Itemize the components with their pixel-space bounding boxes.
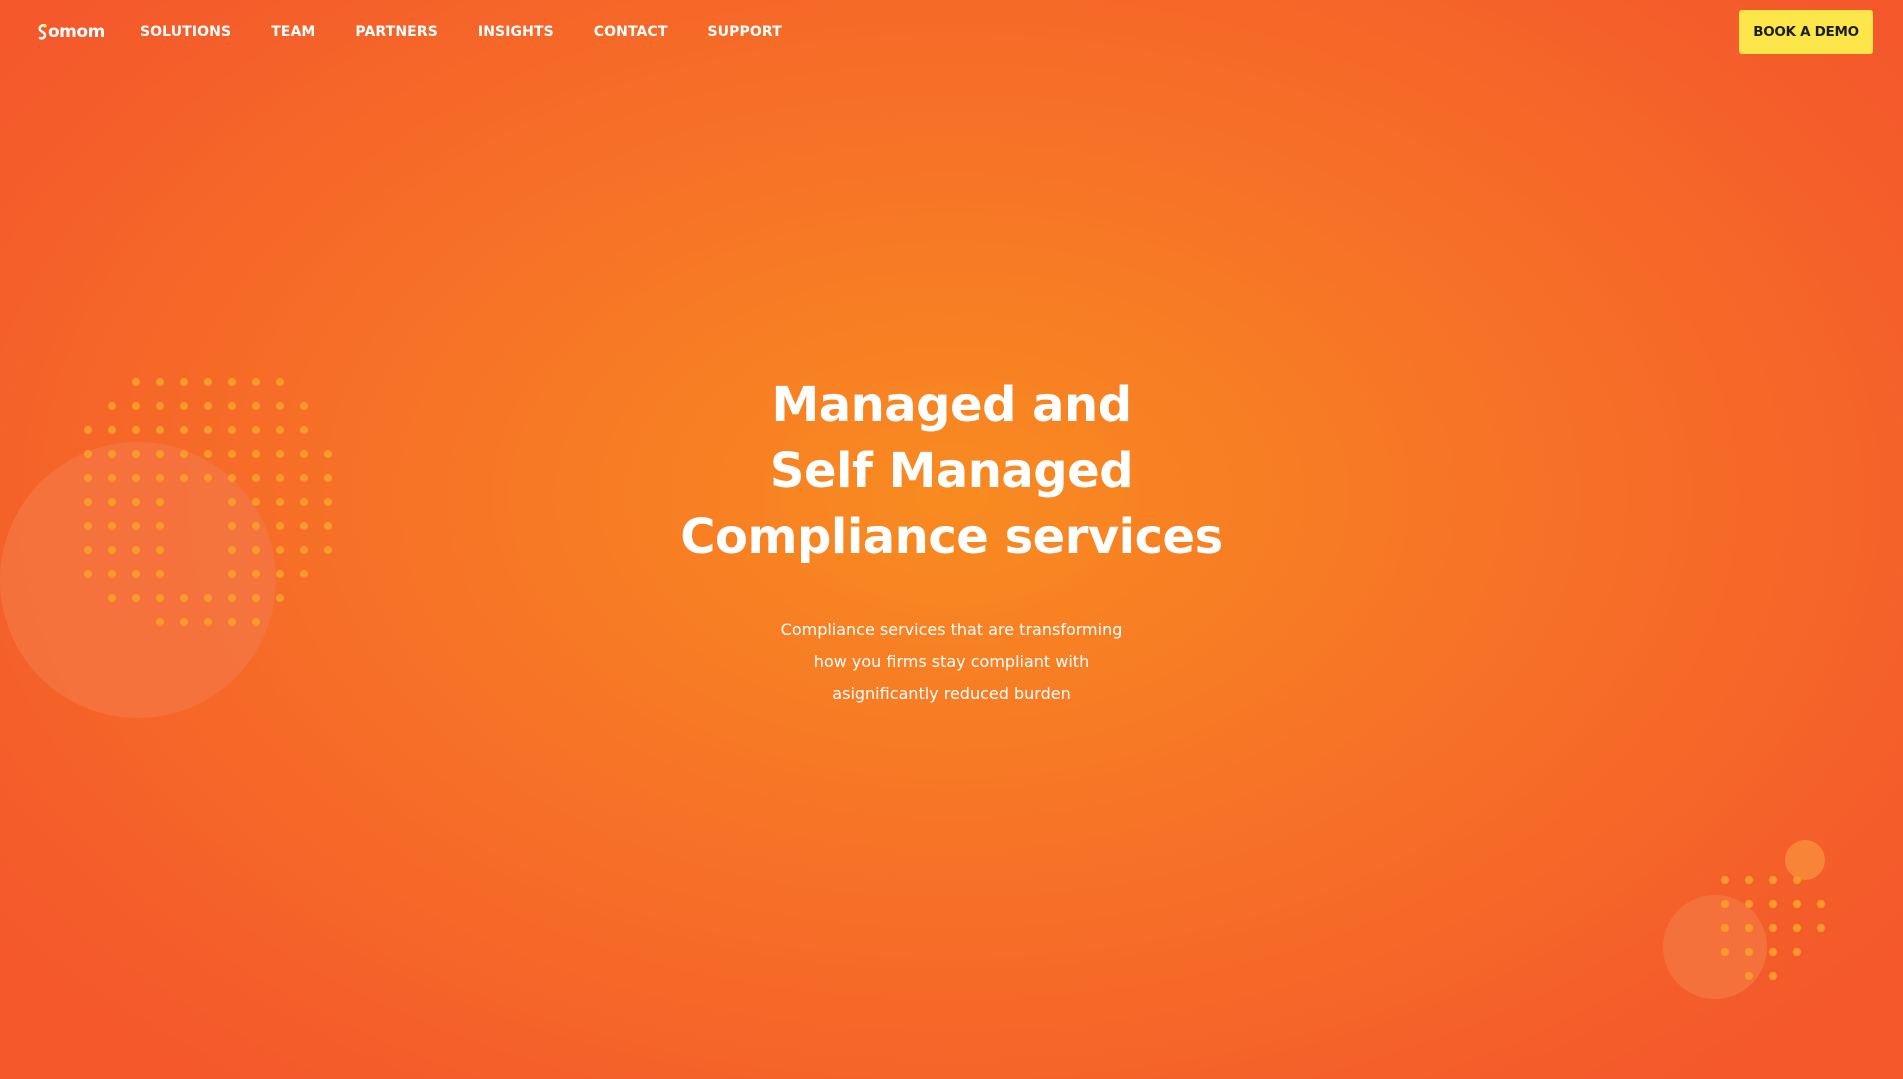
nav-solutions[interactable]: SOLUTIONS xyxy=(140,24,231,40)
hero-subtitle-line-1: Compliance services that are transformin… xyxy=(780,620,1123,639)
decorative-dot xyxy=(1745,876,1753,884)
decorative-dot xyxy=(276,594,284,602)
nav-team[interactable]: TEAM xyxy=(271,24,315,40)
decorative-dot xyxy=(84,570,92,578)
decorative-dot xyxy=(1745,948,1753,956)
decorative-dot xyxy=(1721,876,1729,884)
decorative-dot xyxy=(1745,924,1753,932)
decorative-dot xyxy=(1769,924,1777,932)
hero-subtitle-line-3: asignificantly reduced burden xyxy=(832,684,1071,703)
nav-support[interactable]: SUPPORT xyxy=(707,24,781,40)
decorative-dot xyxy=(1769,972,1777,980)
decorative-dot xyxy=(228,570,236,578)
decorative-dot xyxy=(1817,924,1825,932)
logo-text: omom xyxy=(48,22,105,42)
nav-contact[interactable]: CONTACT xyxy=(594,24,668,40)
decorative-dot xyxy=(300,570,308,578)
hero-subtitle-line-2: how you firms stay compliant with xyxy=(813,652,1090,671)
logo[interactable]: omom xyxy=(38,20,105,44)
decorative-dot xyxy=(1793,948,1801,956)
nav-partners[interactable]: PARTNERS xyxy=(355,24,437,40)
decorative-dot xyxy=(108,570,116,578)
book-demo-button[interactable]: BOOK A DEMO xyxy=(1739,10,1873,54)
decorative-dot xyxy=(1721,900,1729,908)
decorative-dot xyxy=(1793,876,1801,884)
top-navigation: omom SOLUTIONS TEAM PARTNERS INSIGHTS CO… xyxy=(0,0,1903,64)
decorative-dot xyxy=(1793,924,1801,932)
hero-subtitle: Compliance services that are transformin… xyxy=(0,614,1903,710)
decorative-dot xyxy=(132,570,140,578)
hero-title-line-3: Compliance services xyxy=(680,509,1223,565)
decorative-dot xyxy=(276,570,284,578)
hero-title-line-2: Self Managed xyxy=(769,443,1134,499)
decorative-dot xyxy=(156,594,164,602)
hero-title-line-1: Managed and xyxy=(771,377,1132,433)
decorative-dot xyxy=(1769,948,1777,956)
dot-pattern-right-decoration xyxy=(1663,840,1825,999)
decorative-dot xyxy=(252,594,260,602)
decorative-dot xyxy=(1817,900,1825,908)
decorative-dot xyxy=(1769,876,1777,884)
decorative-dot xyxy=(108,594,116,602)
decorative-dot xyxy=(228,594,236,602)
decorative-dot xyxy=(1745,900,1753,908)
nav-insights[interactable]: INSIGHTS xyxy=(478,24,554,40)
decorative-dot xyxy=(1721,948,1729,956)
decorative-dot xyxy=(1769,900,1777,908)
decorative-dot xyxy=(1745,972,1753,980)
main-menu: SOLUTIONS TEAM PARTNERS INSIGHTS CONTACT… xyxy=(140,0,822,64)
decorative-dot xyxy=(156,570,164,578)
decorative-dot xyxy=(204,594,212,602)
decorative-dot xyxy=(132,594,140,602)
decorative-dot xyxy=(252,570,260,578)
hero-title: Managed and Self Managed Compliance serv… xyxy=(0,372,1903,570)
decorative-dot xyxy=(180,594,188,602)
logo-mark-icon xyxy=(38,24,47,40)
decorative-dot xyxy=(1721,924,1729,932)
decorative-dot xyxy=(1793,900,1801,908)
